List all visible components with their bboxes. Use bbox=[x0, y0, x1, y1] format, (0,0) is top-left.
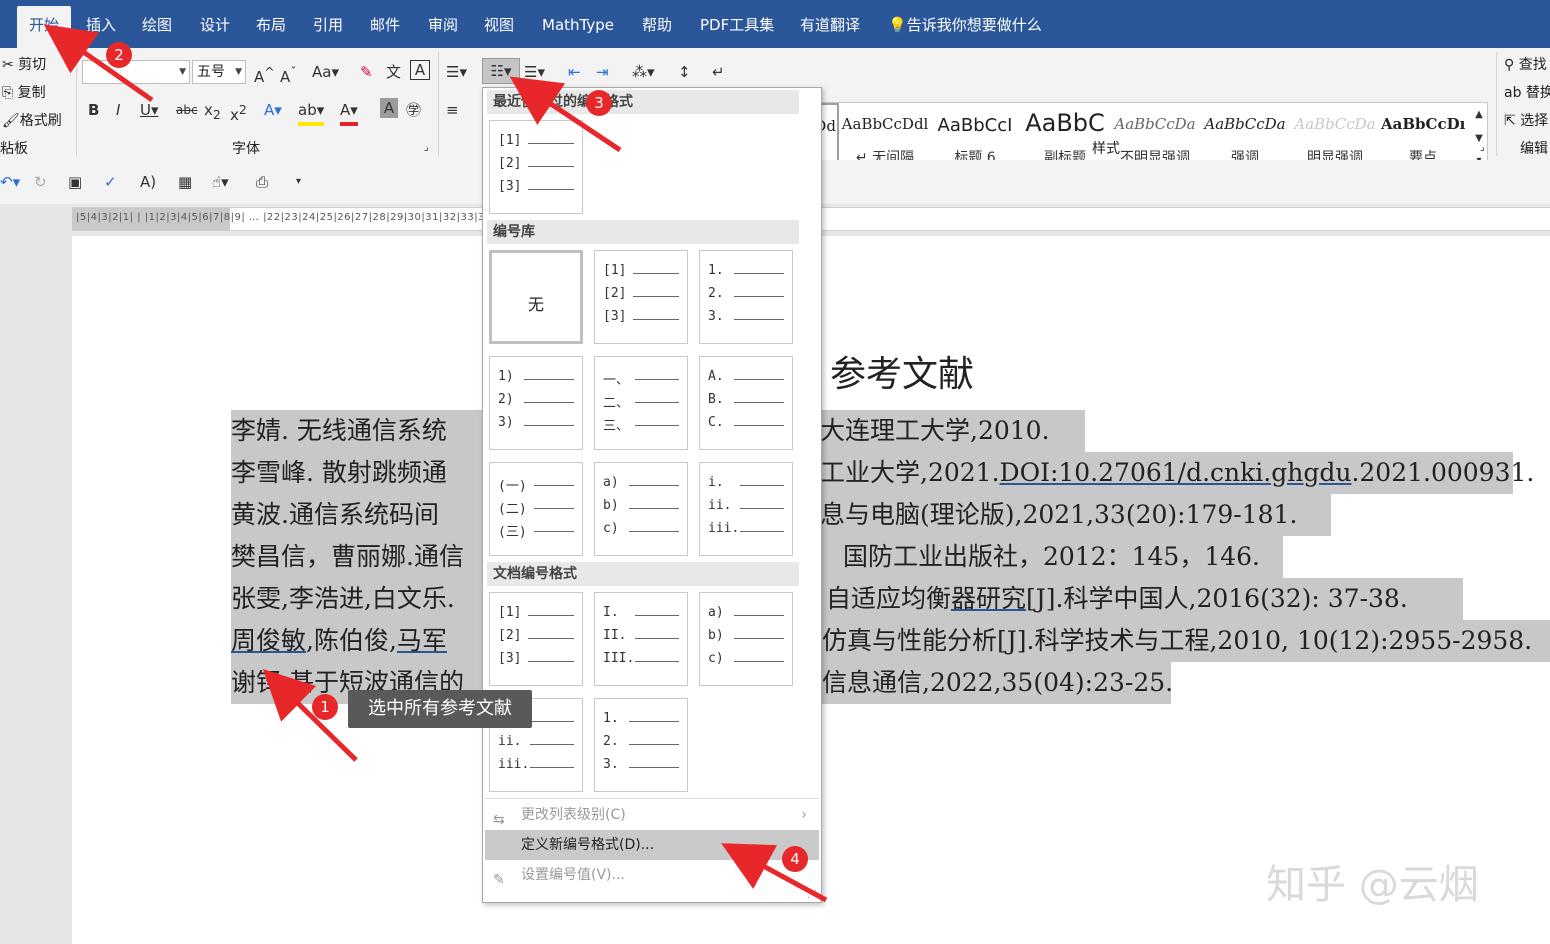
step-badge-2: 2 bbox=[106, 42, 132, 68]
annotation-arrows bbox=[43, 24, 828, 903]
arrow-to-selection bbox=[262, 669, 358, 762]
watermark: 知乎 @云烟 bbox=[1266, 862, 1479, 908]
arrow-to-home-tab bbox=[43, 24, 154, 103]
step-badge-3: 3 bbox=[586, 90, 612, 116]
step-badge-1: 1 bbox=[312, 694, 338, 720]
annotation-tooltip: 选中所有参考文献 bbox=[348, 690, 532, 728]
step-badge-4: 4 bbox=[782, 846, 808, 872]
arrow-to-define-format bbox=[721, 843, 828, 903]
